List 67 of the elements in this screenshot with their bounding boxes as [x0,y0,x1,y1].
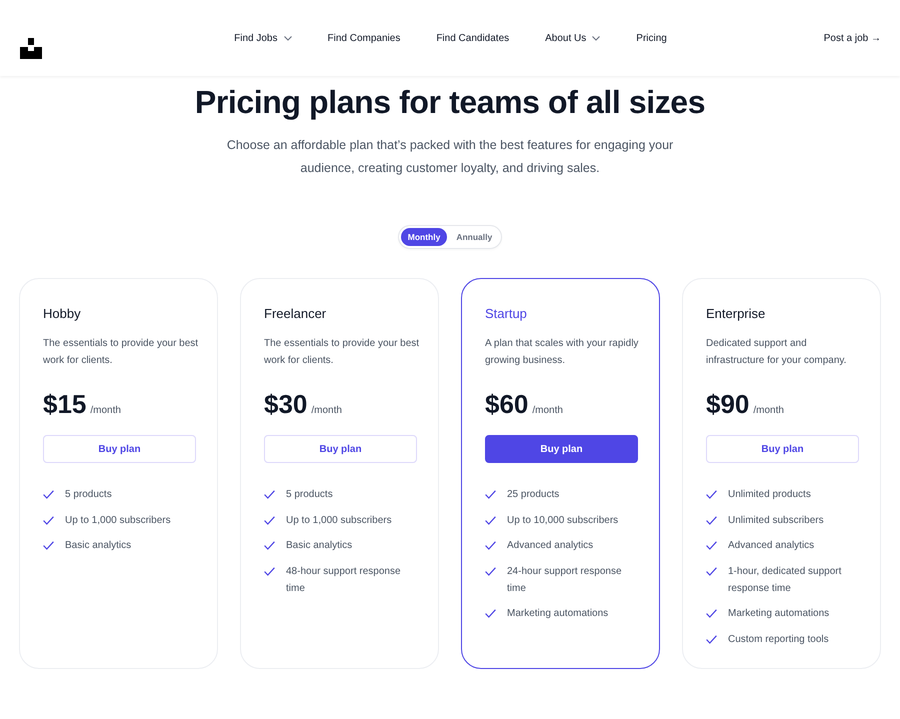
feature-text: 1-hour, dedicated support response time [728,564,842,596]
feature-text: Basic analytics [65,539,132,553]
check-icon [485,609,496,618]
feature-text: 5 products [286,488,333,502]
price-period: /month [753,405,784,416]
nav-link[interactable]: Find Candidates [436,32,510,44]
feature-text: 25 products [507,488,560,502]
feature-text: Up to 1,000 subscribers [286,514,392,528]
price-period: /month [311,405,342,416]
check-icon [485,566,496,576]
check-icon [485,490,496,499]
nav-link[interactable]: About Us [545,32,600,44]
post-job-link[interactable]: Post a job → [824,32,881,44]
plan-description: The essentials to provide your best work for clients. [43,337,200,368]
nav-link[interactable]: Pricing [636,32,667,44]
feature-text: Up to 10,000 subscribers [507,514,618,528]
page-title: Pricing plans for teams of all sizes [194,84,706,121]
feature-text: Unlimited products [728,488,811,502]
feature-text: Marketing automations [507,607,608,621]
nav-link[interactable]: Find Companies [328,32,400,44]
check-icon [43,490,54,499]
check-icon [264,490,275,499]
feature-text: 5 products [65,488,112,502]
plan-description: The essentials to provide your best work for clients. [264,337,420,368]
buy-plan-button[interactable]: Buy plan [485,435,638,463]
buy-plan-button[interactable]: Buy plan [706,435,859,463]
page-subtitle: Choose an affordable plan that’s packed with the best features for engaging your audience, creating customer loyalty, and driving sales. [226,137,674,177]
plan-price: $15 [43,389,86,419]
check-icon [43,541,54,550]
feature-text: Up to 1,000 subscribers [65,514,171,528]
plan-name: Hobby [43,305,82,323]
check-icon [706,516,717,524]
nav-link[interactable]: Find Jobs [234,32,292,44]
feature-text: 48-hour support response time [286,564,402,596]
plan-description: A plan that scales with your rapidly growing business. [485,337,640,368]
check-icon [264,516,275,524]
feature-text: Unlimited subscribers [728,514,824,528]
plan-price: $90 [706,389,750,419]
check-icon [485,516,496,524]
check-icon [264,566,275,576]
feature-text: Advanced analytics [507,539,594,553]
check-icon [706,566,717,576]
feature-text: 24-hour support response time [507,564,623,596]
feature-text: Marketing automations [728,607,830,621]
plan-name: Startup [485,305,528,323]
check-icon [43,516,54,524]
billing-option[interactable]: Annually [449,228,500,246]
billing-option[interactable]: Monthly [400,228,448,246]
price-period: /month [90,405,121,416]
check-icon [706,541,717,550]
check-icon [706,490,717,499]
plan-description: Dedicated support and infrastructure for your company. [706,337,848,368]
check-icon [706,609,717,618]
feature-text: Custom reporting tools [728,632,829,646]
feature-text: Advanced analytics [728,539,814,553]
plan-name: Freelancer [264,305,328,323]
logo-icon[interactable] [20,38,42,58]
plan-price: $30 [264,389,308,419]
check-icon [485,541,496,550]
plan-name: Enterprise [706,305,766,323]
feature-text: Basic analytics [286,539,352,553]
price-period: /month [532,405,563,416]
check-icon [706,634,717,644]
buy-plan-button[interactable]: Buy plan [43,435,196,463]
plan-price: $60 [485,389,528,419]
buy-plan-button[interactable]: Buy plan [264,435,417,463]
check-icon [264,541,275,550]
